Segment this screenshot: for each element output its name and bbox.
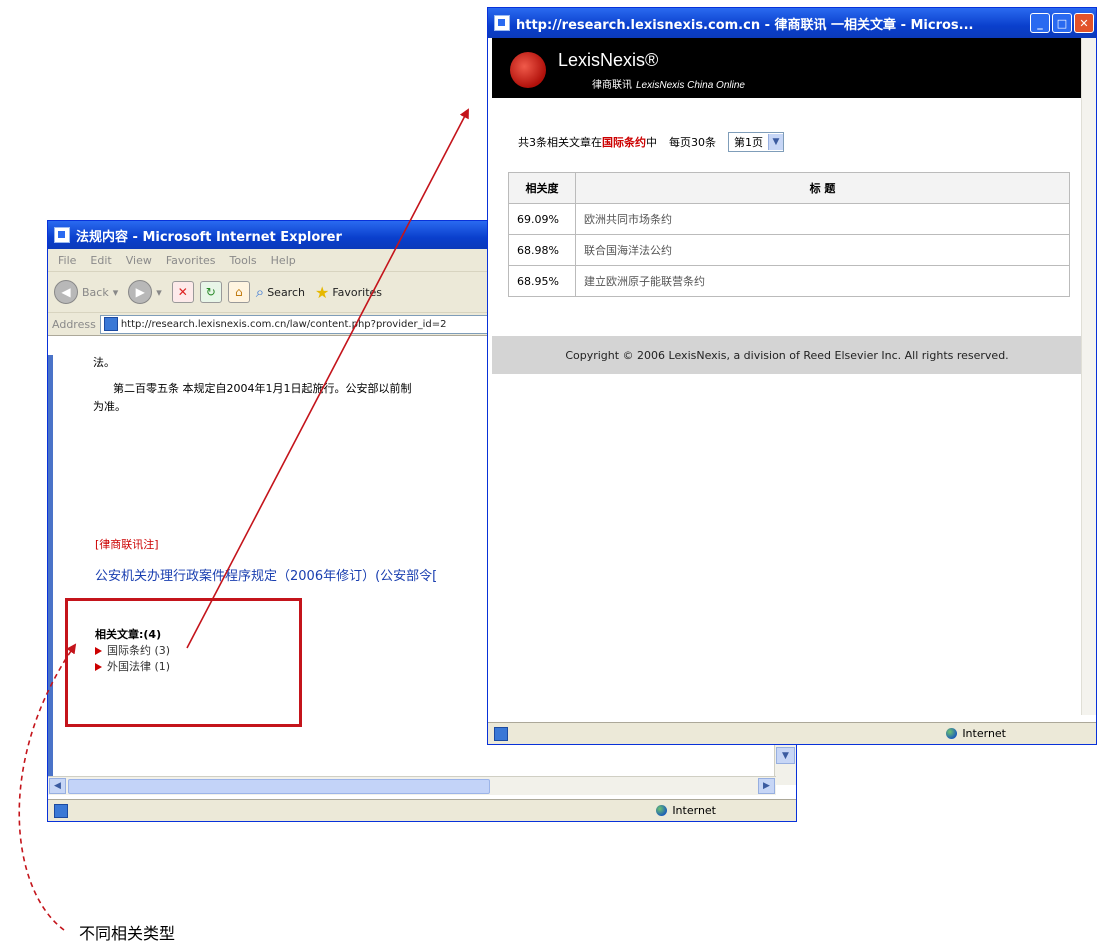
brand-subtitle: 律商联讯 LexisNexis China Online [592, 80, 745, 91]
copyright-footer: Copyright © 2006 LexisNexis, a division … [492, 336, 1082, 374]
back-button[interactable]: ◀ Back ▾ [54, 280, 118, 304]
menu-help[interactable]: Help [271, 254, 296, 267]
dropdown-icon: ▾ [156, 285, 162, 299]
scroll-right-icon[interactable]: ▶ [758, 778, 775, 794]
scroll-down-icon[interactable]: ▼ [776, 747, 795, 764]
home-icon[interactable]: ⌂ [227, 281, 250, 303]
popup-window-title: http://research.lexisnexis.com.cn - 律商联讯… [516, 17, 974, 33]
table-header-row: 相关度 标 题 [508, 172, 1070, 204]
back-arrow-icon: ◀ [54, 280, 78, 304]
maximize-icon[interactable]: □ [1052, 13, 1072, 33]
related-articles-table: 相关度 标 题 69.09% 欧洲共同市场条约 68.98% 联合国海洋法公约 … [508, 172, 1070, 297]
menu-view[interactable]: View [126, 254, 152, 267]
zone-indicator: Internet [656, 804, 716, 817]
lexisnexis-logo-icon [510, 52, 546, 88]
zone-indicator: Internet [946, 727, 1006, 740]
menu-tools[interactable]: Tools [230, 254, 257, 267]
back-status-bar: Internet [48, 799, 796, 821]
address-label: Address [52, 317, 96, 331]
close-icon[interactable]: ✕ [1074, 13, 1094, 33]
article-text-1: 法。 [93, 356, 115, 369]
popup-vertical-scrollbar[interactable] [1081, 38, 1096, 715]
star-icon: ★ [314, 282, 330, 302]
ie-page-icon [54, 227, 70, 243]
chevron-down-icon: ▼ [768, 134, 783, 150]
search-button[interactable]: ⌕ Search [256, 283, 305, 301]
page-icon [103, 317, 118, 331]
menu-edit[interactable]: Edit [90, 254, 111, 267]
lexisnexis-header: LexisNexis® 律商联讯 LexisNexis China Online [492, 38, 1082, 98]
scroll-thumb[interactable] [68, 779, 490, 794]
favorites-button[interactable]: ★ Favorites [315, 283, 382, 302]
relevance-cell: 68.98% [508, 234, 576, 266]
address-url: http://research.lexisnexis.com.cn/law/co… [120, 318, 447, 330]
source-note: [律商联讯注] [95, 538, 159, 551]
article-text-2: 第二百零五条 本规定自2004年1月1日起施行。公安部以前制 [113, 382, 412, 395]
forward-button[interactable]: ▶ ▾ [128, 280, 162, 304]
window-controls: _ □ ✕ [1028, 13, 1094, 33]
annotation-caption: 不同相关类型 [79, 924, 176, 943]
refresh-icon[interactable]: ↻ [199, 281, 222, 303]
status-page-icon [54, 803, 68, 818]
menu-file[interactable]: File [58, 254, 76, 267]
horizontal-scrollbar[interactable]: ◀ ▶ [48, 776, 776, 795]
search-icon: ⌕ [255, 283, 265, 301]
minimize-icon[interactable]: _ [1030, 13, 1050, 33]
relevance-cell: 68.95% [508, 265, 576, 297]
popup-title-bar[interactable]: http://research.lexisnexis.com.cn - 律商联讯… [488, 8, 1096, 38]
stop-icon[interactable]: ✕ [171, 281, 194, 303]
ie-page-icon [494, 15, 510, 31]
relevance-cell: 69.09% [508, 203, 576, 235]
globe-icon [656, 805, 668, 816]
menu-favorites[interactable]: Favorites [166, 254, 216, 267]
column-header-title: 标 题 [575, 172, 1070, 204]
article-title-link[interactable]: 欧洲共同市场条约 [575, 203, 1070, 235]
globe-icon [946, 728, 958, 739]
dropdown-icon: ▾ [112, 285, 119, 299]
per-page-label: 每页30条 [669, 136, 716, 149]
law-title-link[interactable]: 公安机关办理行政案件程序规定（2006年修订）(公安部令[ [95, 569, 437, 585]
status-page-icon [494, 726, 508, 741]
page-select[interactable]: 第1页 ▼ [728, 132, 784, 152]
scroll-left-icon[interactable]: ◀ [49, 778, 66, 794]
table-row: 68.98% 联合国海洋法公约 [508, 234, 1070, 266]
related-articles-highlight-box [65, 598, 302, 727]
article-title-link[interactable]: 建立欧洲原子能联营条约 [575, 265, 1070, 297]
article-text-3: 为准。 [93, 400, 126, 413]
article-title-link[interactable]: 联合国海洋法公约 [575, 234, 1070, 266]
results-summary: 共3条相关文章在 国际条约 中 每页30条 第1页 ▼ [518, 132, 784, 152]
related-articles-popup: http://research.lexisnexis.com.cn - 律商联讯… [487, 7, 1097, 745]
table-row: 69.09% 欧洲共同市场条约 [508, 203, 1070, 235]
forward-arrow-icon: ▶ [128, 280, 153, 304]
popup-status-bar: Internet [488, 722, 1096, 744]
table-row: 68.95% 建立欧洲原子能联营条约 [508, 265, 1070, 297]
brand-name: LexisNexis® [558, 50, 659, 70]
category-name: 国际条约 [602, 136, 646, 149]
column-header-relevance: 相关度 [508, 172, 576, 204]
back-window-title: 法规内容 - Microsoft Internet Explorer [76, 229, 342, 245]
